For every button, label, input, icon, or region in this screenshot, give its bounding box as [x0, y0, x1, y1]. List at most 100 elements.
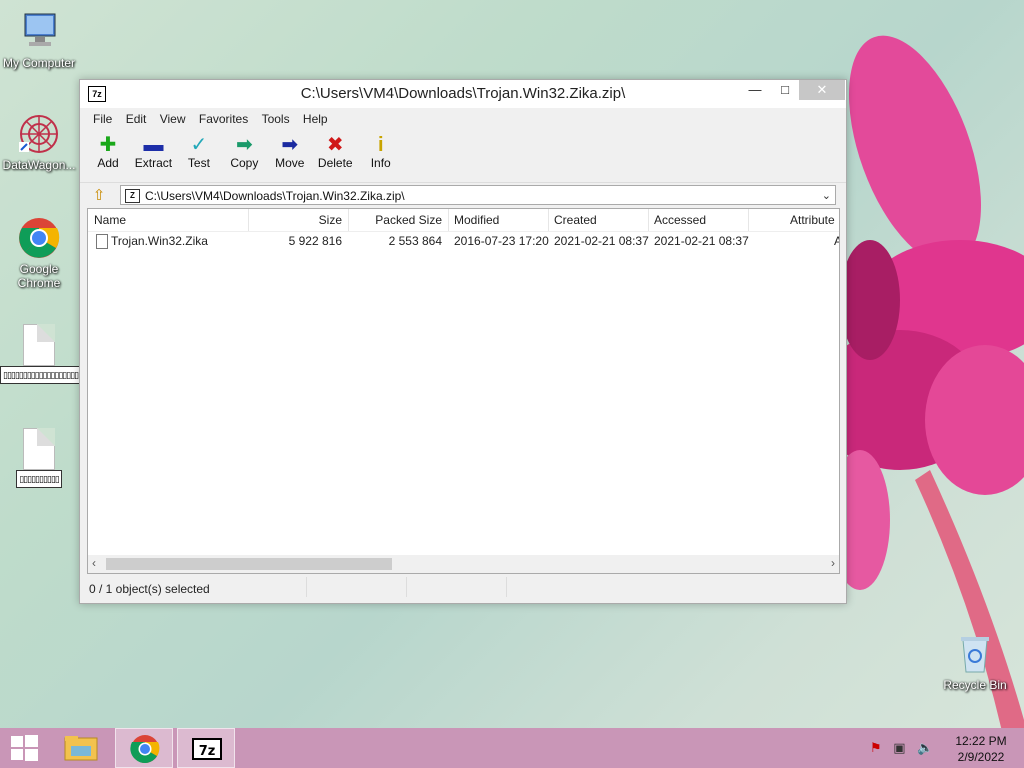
- maximize-button[interactable]: □: [770, 80, 800, 100]
- document-icon: [23, 428, 55, 470]
- menu-bar: File Edit View Favorites Tools Help: [80, 108, 846, 130]
- desktop-icon-file-2[interactable]: ▯▯▯▯▯▯▯▯▯▯: [0, 428, 78, 488]
- move-button[interactable]: ➡ Move: [270, 130, 310, 170]
- column-header-name[interactable]: Name: [94, 213, 126, 227]
- taskbar-7zip[interactable]: 7z: [177, 728, 235, 768]
- desktop-icon-google-chrome[interactable]: Google Chrome: [0, 216, 78, 290]
- column-divider[interactable]: [248, 209, 249, 231]
- start-button[interactable]: [0, 728, 48, 768]
- move-label: Move: [275, 156, 305, 170]
- status-bar: 0 / 1 object(s) selected: [80, 574, 846, 602]
- 7zip-file-manager-window: 7z C:\Users\VM4\Downloads\Trojan.Win32.Z…: [79, 79, 847, 604]
- desktop-icon-datawagon[interactable]: DataWagon...: [0, 112, 78, 172]
- test-button[interactable]: ✓ Test: [179, 130, 219, 170]
- system-tray: ⚑ ▣ 🔈: [870, 740, 933, 756]
- volume-muted-icon[interactable]: 🔈: [917, 740, 933, 755]
- cell-modified: 2016-07-23 17:20: [454, 234, 549, 248]
- status-divider: [306, 577, 307, 597]
- table-row[interactable]: Trojan.Win32.Zika 5 922 816 2 553 864 20…: [88, 232, 839, 252]
- column-header-attribute[interactable]: Attribute: [790, 213, 835, 227]
- chevron-down-icon[interactable]: ⌄: [822, 186, 831, 206]
- add-button[interactable]: ✚ Add: [88, 130, 128, 170]
- close-button[interactable]: ✕: [799, 80, 845, 100]
- menu-help[interactable]: Help: [298, 108, 333, 130]
- scrollbar-thumb[interactable]: [106, 558, 392, 570]
- file-list[interactable]: Name Size Packed Size Modified Created A…: [87, 208, 840, 574]
- cell-accessed: 2021-02-21 08:37: [654, 234, 749, 248]
- chrome-icon: [130, 735, 160, 764]
- delete-icon: ✖: [326, 134, 344, 156]
- menu-view[interactable]: View: [155, 108, 191, 130]
- window-title: C:\Users\VM4\Downloads\Trojan.Win32.Zika…: [300, 85, 626, 102]
- copy-label: Copy: [230, 156, 259, 170]
- info-label: Info: [370, 156, 391, 170]
- taskbar-google-chrome[interactable]: [115, 728, 173, 768]
- archive-icon: Z: [125, 189, 140, 203]
- folder-icon: [64, 736, 98, 761]
- cell-attribute: A: [834, 234, 839, 248]
- address-path: C:\Users\VM4\Downloads\Trojan.Win32.Zika…: [145, 189, 405, 203]
- desktop-icon-file-1[interactable]: ▯▯▯▯▯▯▯▯▯▯▯▯▯▯▯▯▯▯▯▯: [0, 324, 86, 384]
- column-header-accessed[interactable]: Accessed: [654, 213, 706, 227]
- extract-icon: ▬: [143, 134, 164, 156]
- column-divider[interactable]: [348, 209, 349, 231]
- column-divider[interactable]: [648, 209, 649, 231]
- delete-button[interactable]: ✖ Delete: [315, 130, 355, 170]
- column-header-modified[interactable]: Modified: [454, 213, 499, 227]
- taskbar-file-explorer[interactable]: [52, 728, 110, 768]
- test-label: Test: [187, 156, 210, 170]
- menu-file[interactable]: File: [88, 108, 117, 130]
- status-divider: [506, 577, 507, 597]
- svg-text:7z: 7z: [199, 744, 216, 759]
- info-icon: i: [377, 134, 384, 156]
- action-center-flag-icon[interactable]: ⚑: [870, 740, 882, 755]
- selection-status: 0 / 1 object(s) selected: [89, 582, 210, 596]
- extract-label: Extract: [134, 156, 173, 170]
- title-bar[interactable]: 7z C:\Users\VM4\Downloads\Trojan.Win32.Z…: [80, 80, 846, 108]
- scroll-left-icon[interactable]: ‹: [92, 556, 96, 570]
- status-divider: [406, 577, 407, 597]
- clock-time: 12:22 PM: [955, 734, 1007, 748]
- recycle-bin-icon: [953, 632, 997, 676]
- datawagon-logo-icon: [17, 112, 61, 156]
- minimize-button[interactable]: —: [740, 80, 770, 100]
- column-divider[interactable]: [548, 209, 549, 231]
- cell-created: 2021-02-21 08:37: [554, 234, 649, 248]
- add-icon: ✚: [99, 134, 117, 156]
- scroll-right-icon[interactable]: ›: [831, 556, 835, 570]
- computer-icon: [17, 10, 61, 54]
- clock[interactable]: 12:22 PM 2/9/2022: [944, 733, 1018, 765]
- column-divider[interactable]: [748, 209, 749, 231]
- copy-button[interactable]: ➡ Copy: [224, 130, 264, 170]
- clock-date: 2/9/2022: [957, 750, 1005, 764]
- menu-edit[interactable]: Edit: [121, 108, 152, 130]
- column-header-created[interactable]: Created: [554, 213, 597, 227]
- column-header-row: Name Size Packed Size Modified Created A…: [88, 209, 839, 232]
- test-icon: ✓: [190, 134, 208, 156]
- desktop-icon-my-computer[interactable]: My Computer: [0, 10, 78, 70]
- add-label: Add: [97, 156, 119, 170]
- delete-label: Delete: [317, 156, 353, 170]
- info-button[interactable]: i Info: [361, 130, 401, 170]
- horizontal-scrollbar[interactable]: ‹ ›: [88, 555, 839, 573]
- cell-packed-size: 2 553 864: [388, 234, 442, 248]
- desktop-icon-recycle-bin[interactable]: Recycle Bin: [936, 632, 1014, 692]
- menu-favorites[interactable]: Favorites: [194, 108, 253, 130]
- folder-up-icon[interactable]: ⇧: [90, 187, 108, 205]
- windows-logo-icon: [11, 735, 38, 761]
- file-icon: [96, 234, 108, 249]
- chrome-icon: [17, 216, 61, 260]
- taskbar: 7z ⚑ ▣ 🔈 12:22 PM 2/9/2022: [0, 728, 1024, 768]
- network-icon[interactable]: ▣: [893, 740, 905, 755]
- address-field[interactable]: Z C:\Users\VM4\Downloads\Trojan.Win32.Zi…: [120, 185, 836, 205]
- menu-tools[interactable]: Tools: [257, 108, 295, 130]
- copy-icon: ➡: [235, 134, 253, 156]
- document-icon: [23, 324, 55, 366]
- column-divider[interactable]: [448, 209, 449, 231]
- extract-button[interactable]: ▬ Extract: [133, 130, 173, 170]
- column-header-packed-size[interactable]: Packed Size: [358, 213, 442, 227]
- toolbar: ✚ Add ▬ Extract ✓ Test ➡ Copy ➡ Move ✖ D…: [80, 130, 846, 183]
- cell-size: 5 922 816: [288, 234, 342, 248]
- cell-name: Trojan.Win32.Zika: [111, 234, 208, 248]
- column-header-size[interactable]: Size: [288, 213, 342, 227]
